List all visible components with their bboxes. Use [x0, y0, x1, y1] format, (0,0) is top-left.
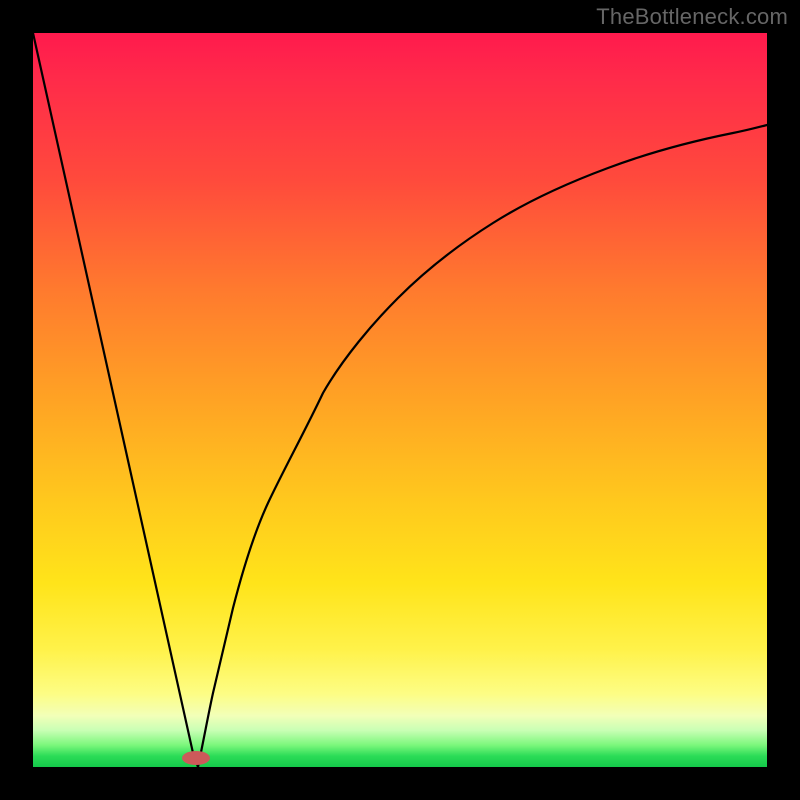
chart-frame: TheBottleneck.com — [0, 0, 800, 800]
curve-right-branch — [198, 125, 767, 767]
curve-left-branch — [33, 33, 198, 767]
bottleneck-marker — [182, 751, 210, 765]
curve-layer — [33, 33, 767, 767]
watermark-text: TheBottleneck.com — [596, 4, 788, 30]
plot-area — [33, 33, 767, 767]
